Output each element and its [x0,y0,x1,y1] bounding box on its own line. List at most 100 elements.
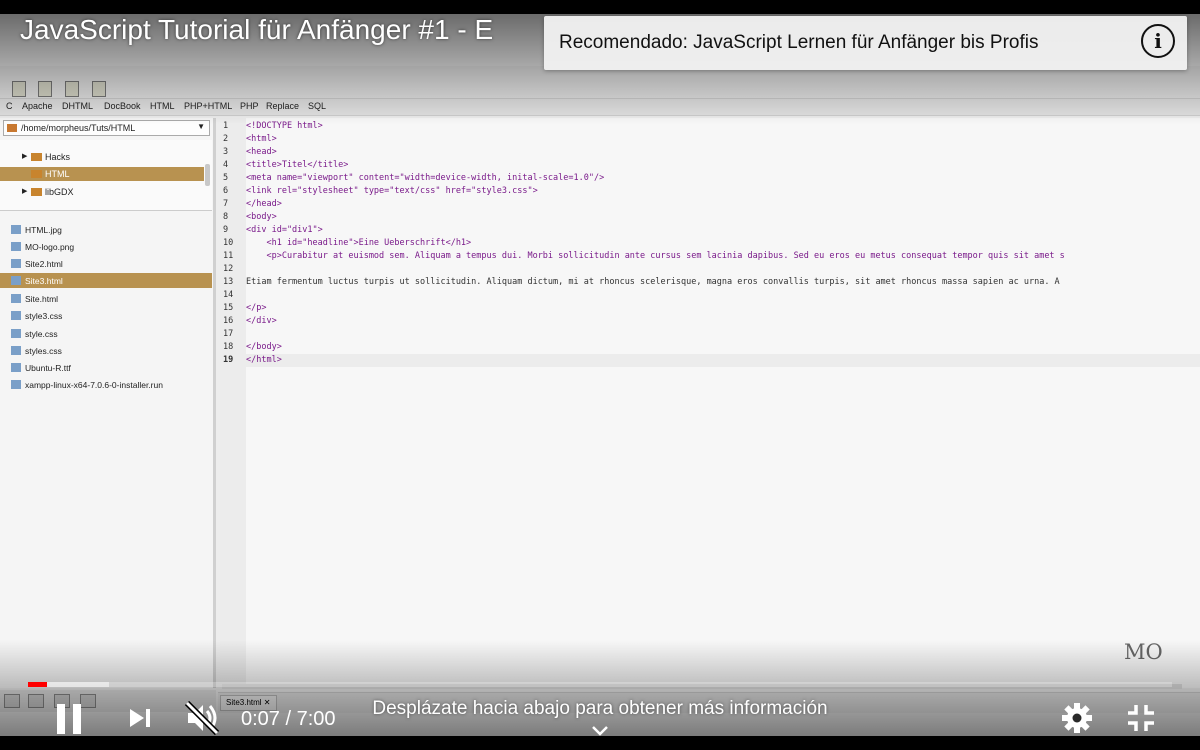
folder-icon [7,124,17,132]
mute-icon[interactable] [184,700,220,736]
line-number: 1 [223,121,229,131]
line-number: 19 [223,355,234,365]
path-select: /home/morpheus/Tuts/HTML ▼ [3,120,210,136]
file-label: styles.css [25,346,62,356]
file-item: style3.css [0,308,212,323]
menu-item: PHP [240,101,259,111]
line-number: 4 [223,160,229,170]
tree-item-label: HTML [45,169,70,179]
image-file-icon [11,225,21,234]
menu-item: DocBook [104,101,141,111]
editor-toolbar [0,66,1200,102]
code-line: <link rel="stylesheet" type="text/css" h… [246,186,538,196]
folder-icon [4,694,20,708]
file-label: Ubuntu-R.ttf [25,363,71,373]
code-line: <h1 id="headline">Eine Ueberschrift</h1> [246,238,472,248]
line-number: 17 [223,329,234,339]
line-number: 8 [223,212,229,222]
menu-item: Replace [266,101,300,111]
line-number: 15 [223,303,234,313]
code-line: </p> [246,303,267,313]
new-file-icon [38,81,52,97]
code-line: <title>Titel</title> [246,160,349,170]
code-line: </html> [246,354,1200,367]
recommendation-text: Recomendado: JavaScript Lernen für Anfän… [559,32,1039,53]
file-icon [11,380,21,389]
menu-item: Apache [22,101,53,111]
font-file-icon [11,363,21,372]
progress-bar[interactable] [28,682,1172,687]
file-item: HTML.jpg [0,222,212,237]
file-label: style3.css [25,311,63,321]
video-frame[interactable]: C Apache DHTML DocBook HTML PHP+HTML PHP… [0,14,1200,736]
line-number: 18 [223,342,234,352]
file-item: styles.css [0,343,212,358]
editor-menubar: C Apache DHTML DocBook HTML PHP+HTML PHP… [0,98,1200,116]
file-item: Site.html [0,291,212,306]
file-item: style.css [0,326,212,341]
file-label: Site2.html [25,259,63,269]
line-number: 14 [223,290,234,300]
image-file-icon [11,242,21,251]
file-label: HTML.jpg [25,225,62,235]
recommendation-card[interactable]: Recomendado: JavaScript Lernen für Anfän… [544,16,1187,70]
menu-item: PHP+HTML [184,101,233,111]
code-line: </div> [246,316,277,326]
channel-watermark: MO [1124,640,1163,664]
code-line: <!DOCTYPE html> [246,121,323,131]
css-file-icon [11,346,21,355]
line-number: 10 [223,238,234,248]
line-number: 16 [223,316,234,326]
tree-item-label: Hacks [45,152,71,162]
tree-scrollbar [205,164,210,186]
scroll-hint: Desplázate hacia abajo para obtener más … [372,698,828,719]
file-label: style.css [25,329,58,339]
folder-icon [31,153,42,161]
chevron-down-icon[interactable] [589,724,611,738]
tree-item-html: HTML [0,167,204,181]
file-browser-sidebar: /home/morpheus/Tuts/HTML ▼ ▶ Hacks HTML … [0,118,216,688]
html-file-icon [11,276,21,285]
css-file-icon [11,329,21,338]
code-line: <p>Curabitur at euismod sem. Aliquam a t… [246,251,1065,261]
time-display: 0:07 / 7:00 [241,708,336,730]
info-icon[interactable]: i [1141,24,1175,58]
pause-icon[interactable] [55,704,83,734]
path-label: /home/morpheus/Tuts/HTML [21,123,136,133]
line-number: 11 [223,251,234,261]
file-item-selected: Site3.html [0,273,212,288]
menu-item: DHTML [62,101,93,111]
next-icon[interactable] [128,707,152,729]
tool-icon [28,694,44,708]
code-line: <div id="div1"> [246,225,323,235]
line-number: 9 [223,225,229,235]
expand-arrow-icon: ▶ [22,188,28,195]
tree-item-label: libGDX [45,187,74,197]
line-number: 2 [223,134,229,144]
folder-icon [31,188,42,196]
html-file-icon [11,294,21,303]
exit-fullscreen-icon[interactable] [1126,703,1156,733]
file-item: Site2.html [0,256,212,271]
menu-item: C [6,101,13,111]
document-tab-label: Site3.html [226,698,262,707]
code-line: <head> [246,147,277,157]
file-label: Site.html [25,294,59,304]
file-item: MO-logo.png [0,239,212,254]
tree-item-hacks: ▶ Hacks [0,150,204,164]
played-bar [28,682,47,687]
tree-item-libgdx: ▶ libGDX [0,185,204,199]
file-label: MO-logo.png [25,242,75,252]
line-number: 13 [223,277,234,287]
settings-icon[interactable] [1061,702,1093,734]
file-item: Ubuntu-R.ttf [0,360,212,375]
code-line: <body> [246,212,277,222]
file-label: xampp-linux-x64-7.0.6-0-installer.run [25,380,163,390]
code-line: <html> [246,134,277,144]
file-item: xampp-linux-x64-7.0.6-0-installer.run [0,377,212,392]
html-file-icon [11,259,21,268]
open-file-icon [12,81,26,97]
menu-item: HTML [150,101,175,111]
folder-icon [31,170,42,178]
video-title[interactable]: JavaScript Tutorial für Anfänger #1 - E [20,14,493,46]
